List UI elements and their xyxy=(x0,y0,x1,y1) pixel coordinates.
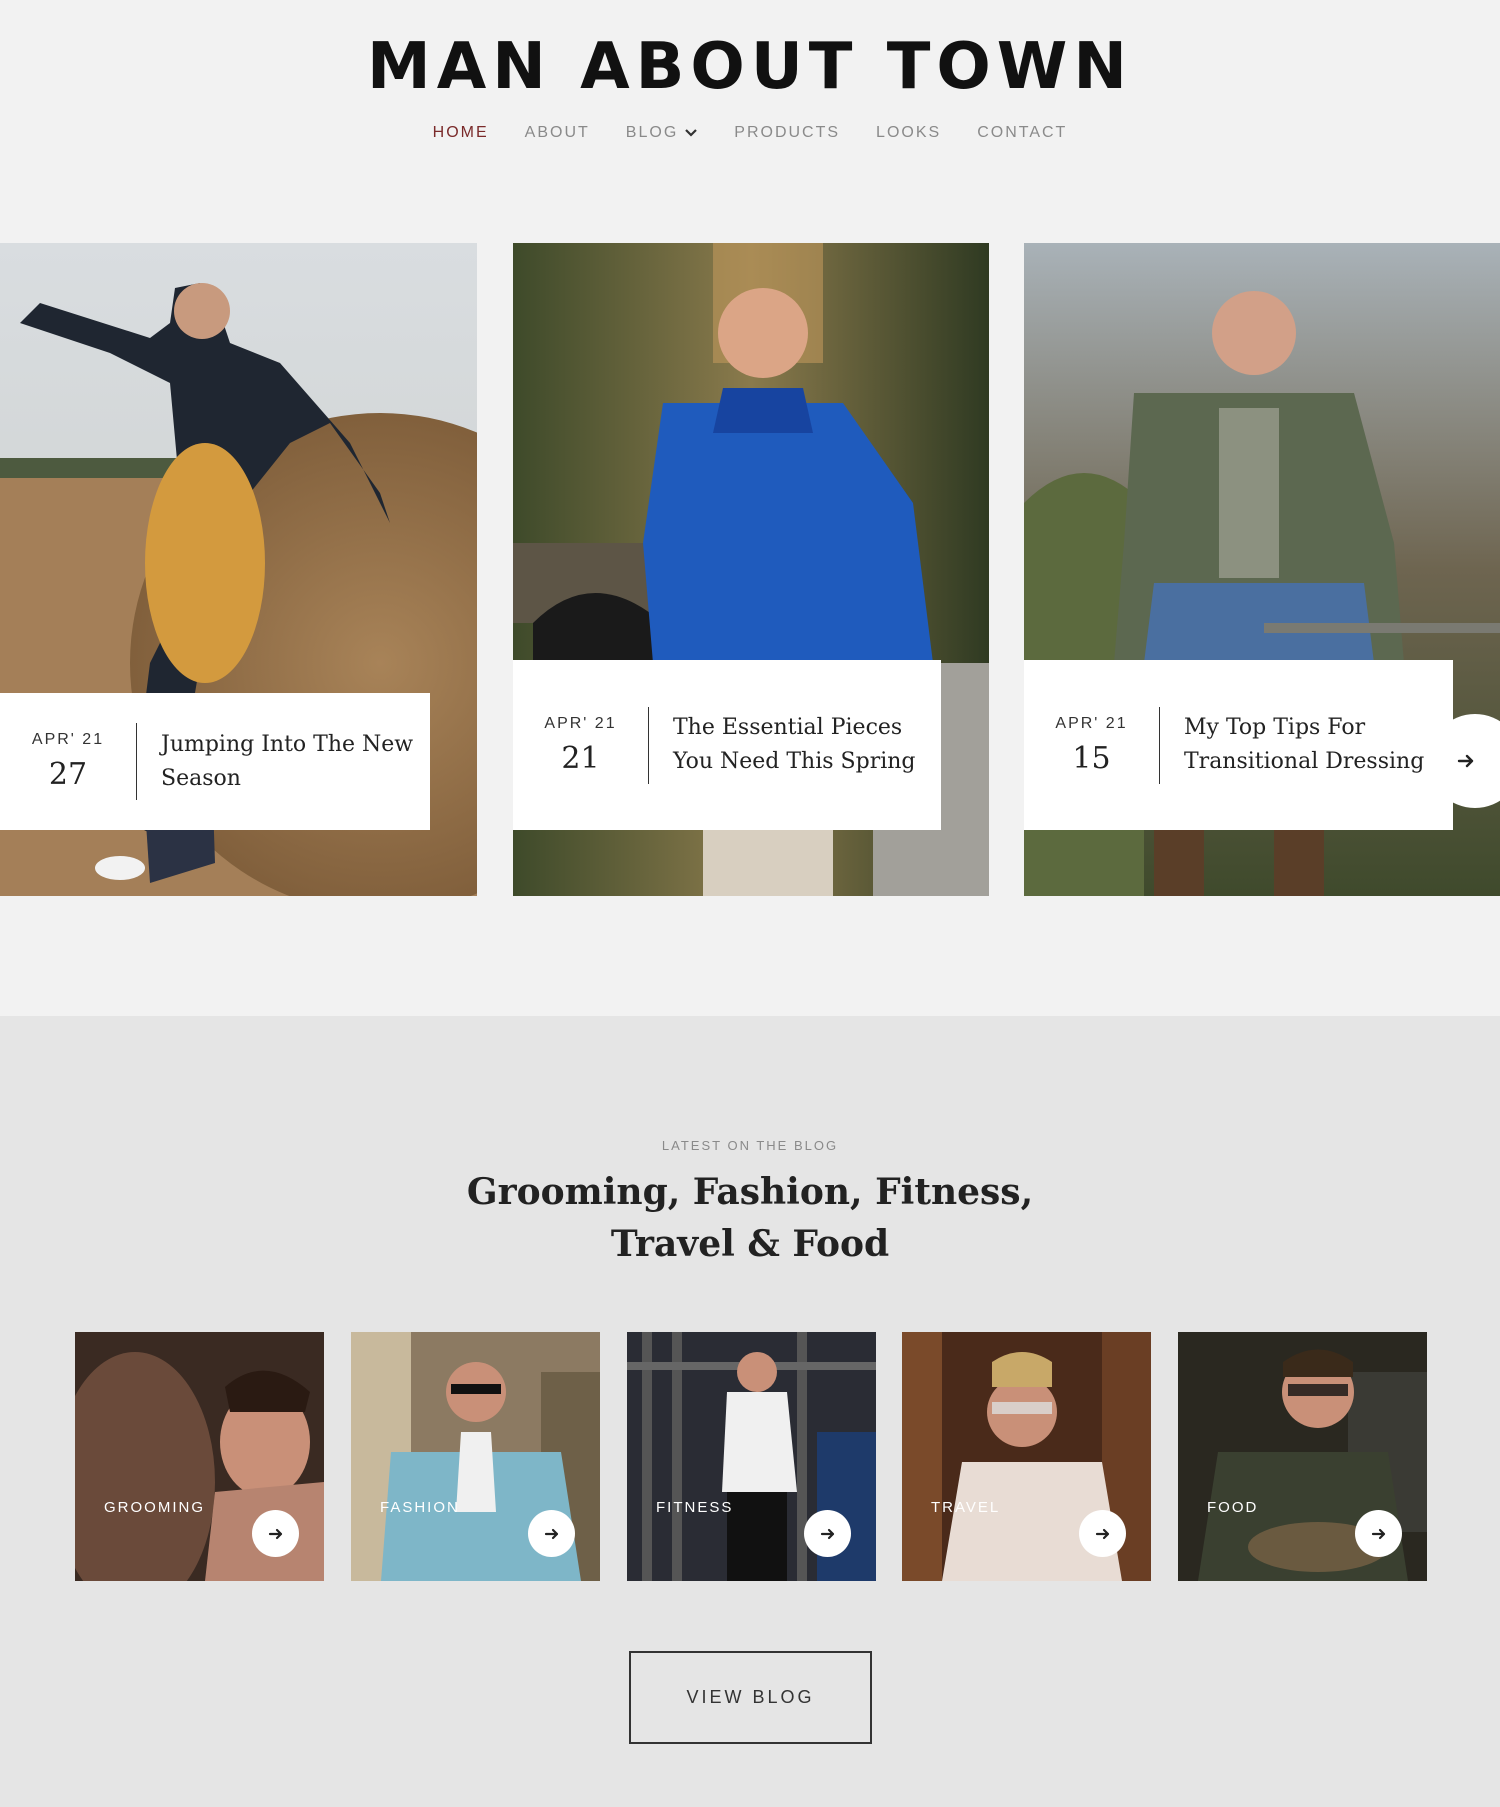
nav-label: PRODUCTS xyxy=(734,124,841,141)
featured-post-slide[interactable]: APR' 21 21 The Essential Pieces You Need… xyxy=(513,243,989,896)
nav-label: CONTACT xyxy=(977,124,1068,141)
post-title[interactable]: Jumping Into The New Season xyxy=(137,728,430,796)
post-title[interactable]: My Top Tips For Transitional Dressing xyxy=(1160,711,1453,779)
post-month: APR' 21 xyxy=(31,731,105,748)
nav-item-products[interactable]: PRODUCTS xyxy=(734,124,840,142)
nav-label: LOOKS xyxy=(876,124,942,141)
site-title[interactable]: MAN ABOUT TOWN xyxy=(0,30,1500,104)
arrow-right-icon xyxy=(1095,1528,1109,1539)
post-card[interactable]: APR' 21 15 My Top Tips For Transitional … xyxy=(1024,660,1453,830)
category-label: TRAVEL xyxy=(931,1499,1001,1516)
post-date: APR' 21 21 xyxy=(513,706,649,784)
category-arrow-button[interactable] xyxy=(1079,1510,1126,1557)
category-tile-food[interactable]: FOOD xyxy=(1178,1332,1427,1581)
post-card[interactable]: APR' 21 21 The Essential Pieces You Need… xyxy=(513,660,941,830)
featured-slider: APR' 21 27 Jumping Into The New Season A… xyxy=(0,243,1500,896)
section-heading: Grooming, Fashion, Fitness, Travel & Foo… xyxy=(0,1166,1500,1270)
post-date: APR' 21 27 xyxy=(0,723,137,800)
view-blog-button[interactable]: VIEW BLOG xyxy=(629,1651,872,1744)
post-title[interactable]: The Essential Pieces You Need This Sprin… xyxy=(649,711,941,779)
category-label: GROOMING xyxy=(104,1499,205,1516)
category-tile-grooming[interactable]: GROOMING xyxy=(75,1332,324,1581)
category-label: FASHION xyxy=(380,1499,460,1516)
heading-line: Grooming, Fashion, Fitness, xyxy=(466,1171,1034,1213)
post-month: APR' 21 xyxy=(1055,714,1128,732)
nav-item-home[interactable]: HOME xyxy=(433,124,489,142)
arrow-right-icon xyxy=(268,1528,282,1539)
featured-post-slide[interactable]: APR' 21 15 My Top Tips For Transitional … xyxy=(1024,243,1500,896)
post-day: 27 xyxy=(48,757,88,792)
post-day: 21 xyxy=(561,740,600,776)
category-arrow-button[interactable] xyxy=(252,1510,299,1557)
category-arrow-button[interactable] xyxy=(1355,1510,1402,1557)
arrow-right-icon xyxy=(1457,754,1474,768)
category-tile-fashion[interactable]: FASHION xyxy=(351,1332,600,1581)
category-arrow-button[interactable] xyxy=(528,1510,575,1557)
section-kicker: LATEST ON THE BLOG xyxy=(661,1138,839,1153)
post-card[interactable]: APR' 21 27 Jumping Into The New Season xyxy=(0,693,430,830)
category-tile-fitness[interactable]: FITNESS xyxy=(627,1332,876,1581)
nav-item-about[interactable]: ABOUT xyxy=(525,124,590,142)
featured-post-slide[interactable]: APR' 21 27 Jumping Into The New Season xyxy=(0,243,477,896)
category-tile-travel[interactable]: TRAVEL xyxy=(902,1332,1151,1581)
main-nav: HOME ABOUT BLOG PRODUCTS LOOKS CONTACT xyxy=(0,124,1500,142)
category-label: FOOD xyxy=(1207,1499,1259,1516)
nav-item-blog[interactable]: BLOG xyxy=(626,124,698,142)
post-date: APR' 21 15 xyxy=(1024,706,1160,784)
nav-item-looks[interactable]: LOOKS xyxy=(876,124,941,142)
nav-label: ABOUT xyxy=(524,124,590,141)
chevron-down-icon xyxy=(685,129,698,137)
arrow-right-icon xyxy=(820,1528,834,1539)
nav-label: HOME xyxy=(432,124,489,141)
post-month: APR' 21 xyxy=(544,714,617,732)
nav-item-contact[interactable]: CONTACT xyxy=(977,124,1067,142)
category-arrow-button[interactable] xyxy=(804,1510,851,1557)
nav-label: BLOG xyxy=(625,124,679,141)
category-label: FITNESS xyxy=(656,1499,734,1516)
arrow-right-icon xyxy=(544,1528,558,1539)
post-day: 15 xyxy=(1072,740,1111,776)
latest-blog-section: LATEST ON THE BLOG Grooming, Fashion, Fi… xyxy=(0,1016,1500,1807)
arrow-right-icon xyxy=(1371,1528,1385,1539)
heading-line: Travel & Food xyxy=(610,1223,890,1265)
